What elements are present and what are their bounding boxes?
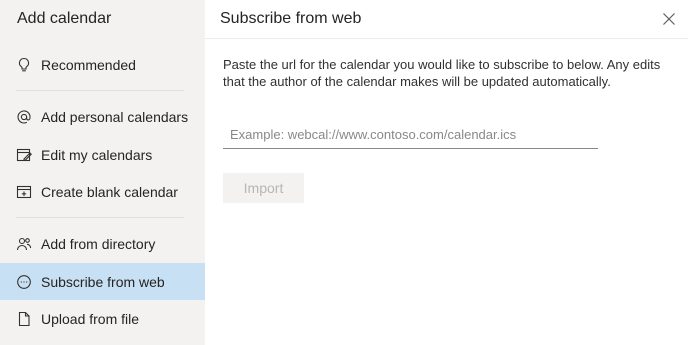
calendar-url-input[interactable] (223, 121, 598, 149)
description-text: Paste the url for the calendar you would… (223, 57, 661, 89)
calendar-add-icon (16, 184, 32, 200)
sidebar: Add calendar Recommended Add personal ca… (0, 0, 205, 345)
sidebar-item-label: Recommended (41, 56, 136, 73)
sidebar-item-label: Add from directory (41, 235, 156, 252)
sidebar-item-subscribe-from-web[interactable]: Subscribe from web (0, 263, 205, 300)
page-title: Subscribe from web (220, 10, 362, 27)
sidebar-item-edit-my-calendars[interactable]: Edit my calendars (0, 136, 205, 173)
sidebar-item-add-personal-calendars[interactable]: Add personal calendars (0, 98, 205, 135)
sidebar-item-recommended[interactable]: Recommended (0, 46, 205, 83)
sidebar-item-label: Upload from file (41, 310, 140, 327)
lightbulb-icon (16, 57, 32, 73)
close-button[interactable] (661, 11, 677, 27)
sidebar-divider (16, 217, 184, 218)
at-sign-icon (16, 109, 32, 125)
close-icon (663, 13, 675, 25)
sidebar-divider (16, 90, 184, 91)
sidebar-item-upload-from-file[interactable]: Upload from file (0, 300, 205, 337)
import-button[interactable]: Import (223, 173, 304, 203)
people-icon (16, 236, 32, 252)
sidebar-item-add-from-directory[interactable]: Add from directory (0, 225, 205, 262)
sidebar-item-label: Create blank calendar (41, 183, 178, 200)
header-divider (205, 38, 688, 39)
sidebar-title: Add calendar (17, 10, 112, 27)
sidebar-item-label: Edit my calendars (41, 146, 153, 163)
edit-calendar-icon (16, 147, 32, 163)
web-icon (16, 274, 32, 290)
sidebar-item-create-blank-calendar[interactable]: Create blank calendar (0, 173, 205, 210)
sidebar-item-label: Subscribe from web (41, 273, 165, 290)
sidebar-item-label: Add personal calendars (41, 108, 189, 125)
file-icon (16, 311, 32, 327)
